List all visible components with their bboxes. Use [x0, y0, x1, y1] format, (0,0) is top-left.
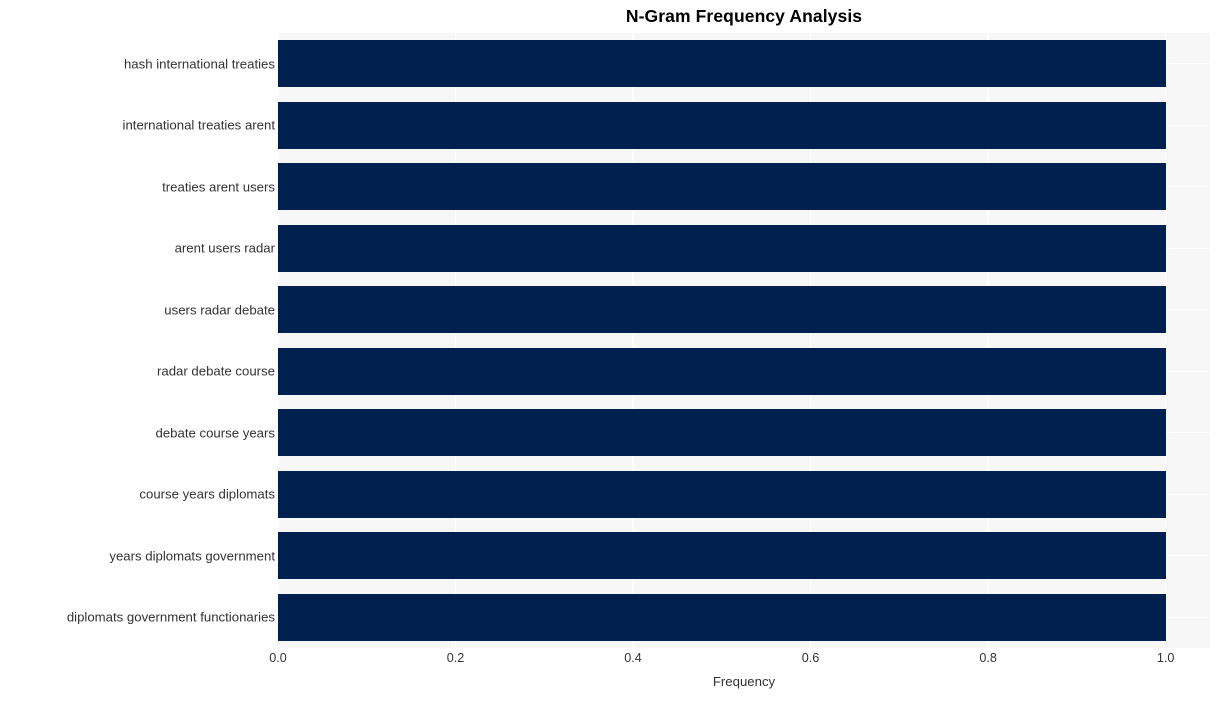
bar[interactable]	[278, 532, 1166, 580]
y-axis-label: debate course years	[155, 425, 276, 441]
y-axis-label: course years diplomats	[139, 486, 275, 502]
bar[interactable]	[278, 163, 1166, 211]
y-axis-label: arent users radar	[174, 240, 275, 256]
x-axis-tick-label: 0.4	[624, 651, 642, 665]
plot-area	[278, 33, 1210, 648]
x-axis-tick-label: 0.6	[801, 651, 820, 665]
y-axis-label: radar debate course	[156, 363, 275, 379]
y-axis-label: diplomats government functionaries	[66, 609, 275, 625]
bar[interactable]	[278, 593, 1166, 641]
y-axis-label: treaties arent users	[162, 179, 275, 195]
x-axis-tick-label: 1.0	[1156, 651, 1175, 665]
y-axis-label: users radar debate	[164, 302, 275, 318]
chart-title: N-Gram Frequency Analysis	[625, 6, 863, 26]
bar[interactable]	[278, 224, 1166, 272]
x-axis-tick-label: 0.2	[446, 651, 465, 665]
bar[interactable]	[278, 101, 1166, 149]
y-axis-label: international treaties arent	[122, 117, 275, 133]
bar[interactable]	[278, 286, 1166, 334]
y-axis-label: hash international treaties	[123, 56, 275, 72]
bar[interactable]	[278, 40, 1166, 88]
bar[interactable]	[278, 347, 1166, 395]
x-axis-title: Frequency	[712, 674, 776, 689]
bar[interactable]	[278, 409, 1166, 457]
bar[interactable]	[278, 470, 1166, 518]
y-axis-label: years diplomats government	[109, 548, 275, 564]
chart-figure: N-Gram Frequency Analysis hash internati…	[0, 0, 1217, 701]
x-axis-tick-labels: 0.0 0.2 0.4 0.6 0.8 1.0	[0, 651, 1217, 671]
x-axis-tick-label: 0.8	[979, 651, 997, 665]
y-axis-category-labels: hash international treaties international…	[0, 33, 275, 648]
x-axis-tick-label: 0.0	[269, 651, 287, 665]
